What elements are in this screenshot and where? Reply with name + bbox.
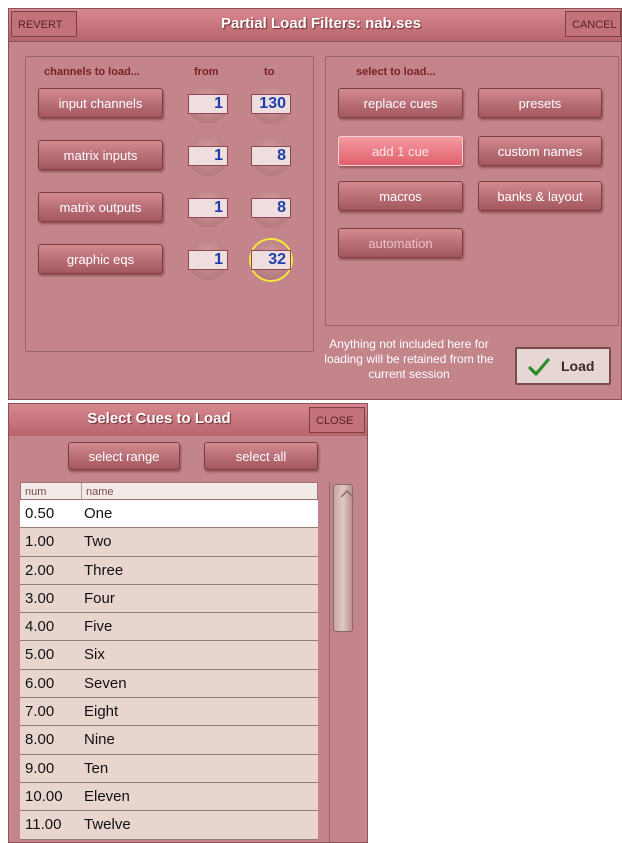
select-to-load-panel: select to load... replace cues presets a… bbox=[325, 56, 619, 326]
dialog-title: Partial Load Filters: nab.ses bbox=[220, 15, 422, 32]
replace-cues-button[interactable]: replace cues bbox=[338, 88, 463, 118]
matrix-outputs-to-spinner[interactable]: 8 bbox=[251, 188, 291, 228]
close-button[interactable]: CLOSE bbox=[309, 407, 365, 433]
matrix-outputs-from-spinner[interactable]: 1 bbox=[188, 188, 228, 228]
cue-num: 10.00 bbox=[25, 787, 63, 805]
table-row[interactable]: 2.00 Three bbox=[20, 556, 318, 585]
table-row[interactable]: 10.00 Eleven bbox=[20, 782, 318, 812]
graphic-eqs-from-value[interactable]: 1 bbox=[188, 250, 228, 270]
cue-name: Eight bbox=[84, 703, 119, 721]
cue-name: Twelve bbox=[84, 816, 131, 834]
cue-name: Two bbox=[84, 533, 112, 551]
table-header: num name bbox=[20, 482, 318, 501]
scroll-thumb[interactable] bbox=[333, 484, 354, 632]
col-num-header[interactable]: num bbox=[25, 483, 46, 501]
table-row[interactable]: 0.50 One bbox=[20, 500, 318, 529]
to-heading: to bbox=[264, 66, 275, 78]
load-button[interactable]: Load bbox=[515, 347, 611, 385]
cue-name: Five bbox=[84, 618, 113, 636]
cue-num: 6.00 bbox=[25, 674, 55, 692]
input-channels-from-spinner[interactable]: 1 bbox=[188, 84, 228, 124]
cue-num: 8.00 bbox=[25, 731, 55, 749]
table-row[interactable]: 7.00 Eight bbox=[20, 698, 318, 727]
cue-num: 1.00 bbox=[25, 533, 55, 551]
cue-num: 11.00 bbox=[25, 816, 62, 834]
cue-rows: 0.50 One 1.00 Two 2.00 Three 3.00 Four 4.00 Five 5… bbox=[20, 500, 318, 840]
from-heading: from bbox=[194, 66, 219, 78]
cue-name: Eleven bbox=[84, 787, 130, 805]
cue-num: 4.00 bbox=[25, 618, 55, 636]
graphic-eqs-button[interactable]: graphic eqs bbox=[38, 244, 163, 274]
channels-heading: channels to load... bbox=[44, 66, 140, 78]
load-label: Load bbox=[561, 358, 595, 374]
table-row[interactable]: 6.00 Seven bbox=[20, 669, 318, 699]
dialog-titlebar: REVERT Partial Load Filters: nab.ses CAN… bbox=[9, 9, 621, 42]
table-row[interactable]: 9.00 Ten bbox=[20, 754, 318, 783]
matrix-inputs-from-spinner[interactable]: 1 bbox=[188, 136, 228, 176]
table-row[interactable]: 11.00 Twelve bbox=[20, 811, 318, 840]
matrix-inputs-button[interactable]: matrix inputs bbox=[38, 140, 163, 170]
cue-scrollbar[interactable] bbox=[329, 482, 357, 842]
cue-num: 3.00 bbox=[25, 589, 55, 607]
cue-table: num name 0.50 One 1.00 Two 2.00 Three 3.00 Four… bbox=[20, 482, 318, 840]
input-channels-to-value[interactable]: 130 bbox=[251, 94, 291, 114]
graphic-eqs-to-spinner[interactable]: 32 bbox=[251, 240, 291, 280]
select-heading: select to load... bbox=[356, 66, 436, 78]
select-range-button[interactable]: select range bbox=[68, 442, 180, 470]
cue-name: One bbox=[84, 505, 113, 522]
presets-button[interactable]: presets bbox=[478, 88, 602, 118]
cue-num: 2.00 bbox=[25, 561, 55, 579]
custom-names-button[interactable]: custom names bbox=[478, 136, 602, 166]
cues-title: Select Cues to Load bbox=[87, 410, 231, 427]
matrix-inputs-to-spinner[interactable]: 8 bbox=[251, 136, 291, 176]
cancel-button[interactable]: CANCEL bbox=[565, 11, 621, 37]
graphic-eqs-to-value[interactable]: 32 bbox=[251, 250, 291, 270]
table-row[interactable]: 1.00 Two bbox=[20, 528, 318, 557]
automation-button[interactable]: automation bbox=[338, 228, 463, 258]
input-channels-from-value[interactable]: 1 bbox=[188, 94, 228, 114]
cue-name: Three bbox=[84, 561, 124, 579]
col-name-header[interactable]: name bbox=[81, 483, 114, 501]
table-row[interactable]: 3.00 Four bbox=[20, 584, 318, 614]
matrix-outputs-button[interactable]: matrix outputs bbox=[38, 192, 163, 222]
cue-name: Nine bbox=[84, 731, 115, 749]
cue-num: 9.00 bbox=[25, 759, 55, 777]
matrix-outputs-to-value[interactable]: 8 bbox=[251, 198, 291, 218]
input-channels-button[interactable]: input channels bbox=[38, 88, 163, 118]
cue-name: Ten bbox=[84, 759, 109, 777]
cues-titlebar: Select Cues to Load CLOSE bbox=[9, 404, 367, 436]
add-cue-button[interactable]: add 1 cue bbox=[338, 136, 463, 166]
matrix-outputs-from-value[interactable]: 1 bbox=[188, 198, 228, 218]
retain-note: Anything not included here for loading w… bbox=[324, 337, 494, 381]
cue-num: 7.00 bbox=[25, 703, 55, 721]
cue-num: 5.00 bbox=[25, 646, 55, 664]
table-row[interactable]: 5.00 Six bbox=[20, 641, 318, 670]
banks-layout-button[interactable]: banks & layout bbox=[478, 181, 602, 211]
table-row[interactable]: 4.00 Five bbox=[20, 613, 318, 642]
cue-name: Four bbox=[84, 589, 115, 607]
graphic-eqs-from-spinner[interactable]: 1 bbox=[188, 240, 228, 280]
table-row[interactable]: 8.00 Nine bbox=[20, 726, 318, 755]
cue-num: 0.50 bbox=[25, 505, 55, 522]
matrix-inputs-from-value[interactable]: 1 bbox=[188, 146, 228, 166]
channels-panel: channels to load... from to input channe… bbox=[25, 56, 314, 352]
scroll-up-arrow-icon bbox=[340, 489, 354, 498]
macros-button[interactable]: macros bbox=[338, 181, 463, 211]
check-icon bbox=[528, 358, 550, 376]
cue-name: Six bbox=[84, 646, 105, 664]
cue-name: Seven bbox=[84, 674, 127, 692]
revert-button[interactable]: REVERT bbox=[11, 11, 77, 37]
partial-load-dialog: REVERT Partial Load Filters: nab.ses CAN… bbox=[8, 8, 622, 400]
select-all-button[interactable]: select all bbox=[204, 442, 318, 470]
select-cues-window: Select Cues to Load CLOSE select range s… bbox=[8, 403, 368, 843]
input-channels-to-spinner[interactable]: 130 bbox=[251, 84, 291, 124]
matrix-inputs-to-value[interactable]: 8 bbox=[251, 146, 291, 166]
